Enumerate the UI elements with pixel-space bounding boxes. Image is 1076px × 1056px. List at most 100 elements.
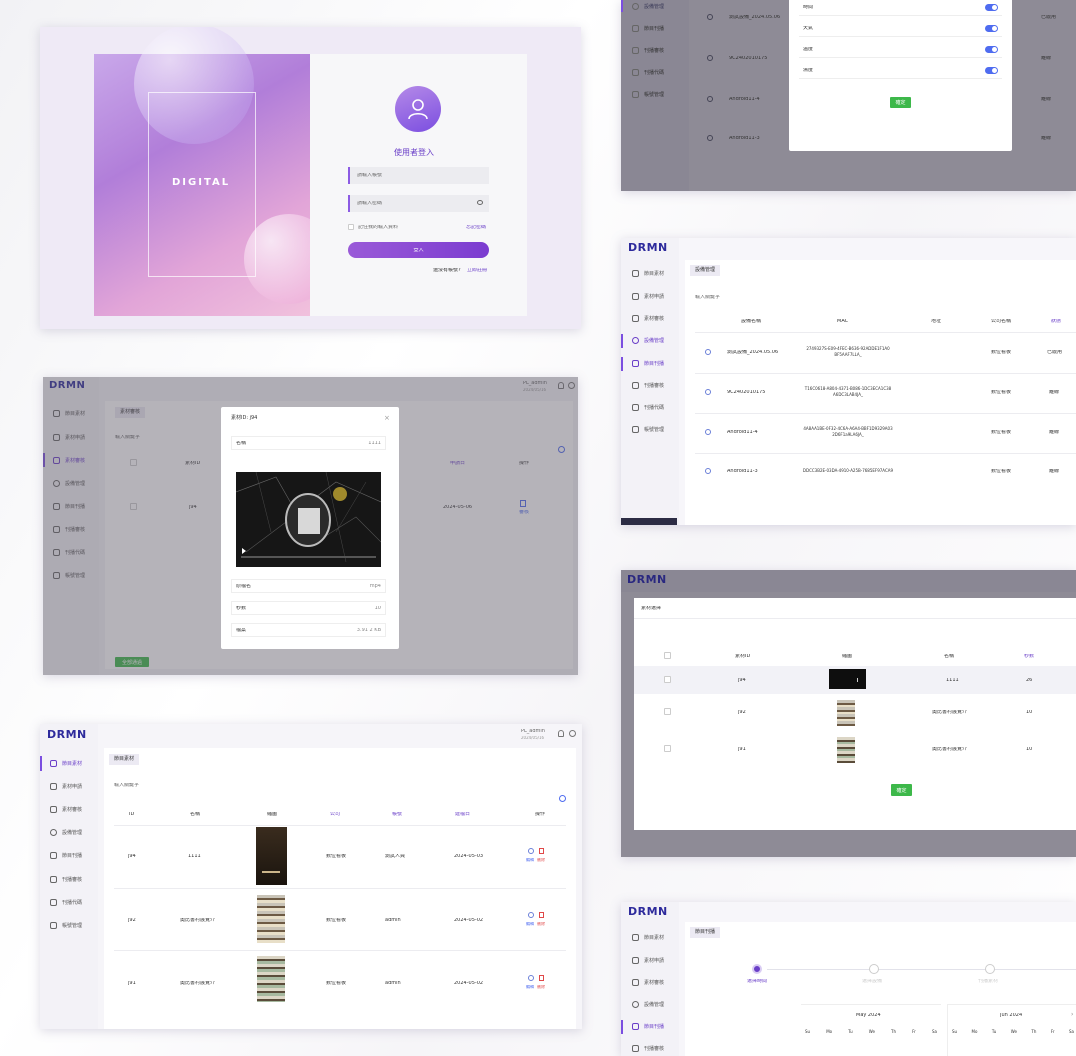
sidebar-item-broadcast[interactable]: 節目刊播 [632,1023,664,1030]
login-button[interactable]: 登入 [348,242,489,258]
cell-account: admin [385,918,401,923]
edit-icon[interactable] [528,848,534,854]
user-avatar-icon [395,86,441,132]
material-detail-dialog: 素材ID: j94 × 名稱 1111 原檔名 mp4 秒數 10 檔案 3.9… [221,407,399,649]
sidebar-item-device[interactable]: 設備管理 [50,829,82,836]
sidebar-item-code[interactable]: 刊播代碼 [50,899,82,906]
weather-toggle[interactable] [985,25,998,32]
row-checkbox[interactable] [664,676,671,683]
tab-schedule[interactable]: 節目刊播 [690,927,721,938]
cell-id: j91 [128,981,136,986]
column-account[interactable]: 帳號 [392,812,402,817]
sidebar-item-broadcast-review[interactable]: 刊播審核 [50,876,82,883]
sidebar-item-program[interactable]: 節目素材 [50,760,82,767]
active-indicator [621,357,623,371]
password-input[interactable]: 請輸入密碼 [348,195,489,212]
sidebar-item-broadcast[interactable]: 節目刊播 [632,25,664,32]
cell-date: 2024-05-02 [454,918,484,923]
device-name: 測試設備_2024.05.06 [727,350,779,355]
step-3-label: 刊播素材 [978,979,999,984]
tab-program[interactable]: 節目素材 [109,754,140,765]
location-icon [632,1001,639,1008]
sidebar-item-code[interactable]: 刊播代碼 [632,69,664,76]
tab-device[interactable]: 設備管理 [690,265,721,276]
delete-icon[interactable] [539,975,544,981]
column-seconds[interactable]: 秒數 [1024,654,1034,659]
humidity-toggle[interactable] [985,67,998,74]
sidebar-item-apply[interactable]: 素材申請 [632,957,664,964]
delete-label[interactable]: 刪除 [537,922,545,926]
remember-checkbox[interactable] [348,224,354,230]
close-icon[interactable]: × [384,414,390,422]
edit-icon[interactable] [528,912,534,918]
register-link[interactable]: 立即註冊 [467,268,487,273]
temperature-toggle[interactable] [985,46,998,53]
row-icon [707,14,713,20]
sidebar-item-apply[interactable]: 素材申請 [632,293,664,300]
row-icon[interactable] [705,429,711,435]
time-toggle[interactable] [985,4,998,11]
forgot-password-link[interactable]: 忘記密碼 [466,225,486,230]
device-status: 離線 [1041,56,1052,61]
sidebar-item-broadcast-review[interactable]: 刊播審核 [632,47,664,54]
next-month-icon[interactable]: › [1071,1011,1073,1018]
active-indicator [621,1020,623,1034]
column-thumbnail: 縮圖 [842,654,853,659]
sidebar-item-broadcast[interactable]: 節目刊播 [50,852,82,859]
delete-label[interactable]: 刪除 [537,858,545,862]
row-icon[interactable] [705,468,711,474]
weekday: Th [1031,1029,1037,1034]
sidebar-item-program[interactable]: 節目素材 [632,270,664,277]
step-2-label: 選擇設備 [862,979,883,984]
search-input[interactable]: 輸入關鍵字 [695,295,720,300]
edit-label[interactable]: 編輯 [526,985,534,989]
settings-icon[interactable] [559,795,566,802]
power-icon[interactable] [569,730,576,737]
column-status[interactable]: 狀態 [1051,319,1061,324]
column-company[interactable]: 公司 [330,812,340,817]
sidebar-item-account[interactable]: 帳號管理 [632,91,664,98]
row-icon[interactable] [705,349,711,355]
select-all-checkbox[interactable] [664,652,671,659]
sidebar-item-review[interactable]: 素材審核 [632,315,664,322]
column-name: 名稱 [190,812,201,817]
eye-icon[interactable] [477,200,483,205]
name-field-value: 1111 [368,441,381,446]
row-icon[interactable] [705,389,711,395]
play-icon[interactable] [242,548,246,554]
sidebar-item-apply[interactable]: 素材申請 [50,783,82,790]
sidebar-item-label: 素材審核 [62,807,83,813]
cover-title: DIGITAL [172,177,231,188]
video-progress-bar[interactable] [241,556,376,558]
sidebar-item-device[interactable]: 設備管理 [632,337,664,344]
search-input[interactable]: 輸入關鍵字 [114,783,139,788]
account-input[interactable]: 請輸入帳號 [348,167,489,184]
column-date[interactable]: 建檔日 [455,812,470,817]
edit-label[interactable]: 編輯 [526,858,534,862]
sidebar-item-label: 素材審核 [644,980,665,986]
login-title: 使用者登入 [394,148,434,157]
delete-icon[interactable] [539,848,544,854]
video-icon [632,1023,639,1030]
delete-icon[interactable] [539,912,544,918]
edit-icon[interactable] [528,975,534,981]
confirm-button[interactable]: 確定 [890,97,911,108]
sidebar-item-broadcast-review[interactable]: 刊播審核 [632,382,664,389]
sidebar-item-code[interactable]: 刊播代碼 [632,404,664,411]
sidebar-item-device[interactable]: 設備管理 [632,3,664,10]
sidebar-item-device[interactable]: 設備管理 [632,1001,664,1008]
row-checkbox[interactable] [664,708,671,715]
sidebar-item-account[interactable]: 帳號管理 [632,426,664,433]
user-icon[interactable] [558,730,564,737]
confirm-button[interactable]: 確定 [891,784,912,796]
row-checkbox[interactable] [664,745,671,752]
sidebar-item-broadcast[interactable]: 節目刊播 [632,360,664,367]
sidebar-item-program[interactable]: 節目素材 [632,934,664,941]
edit-label[interactable]: 編輯 [526,922,534,926]
sidebar-item-account[interactable]: 帳號管理 [50,922,82,929]
sidebar-item-review[interactable]: 素材審核 [50,806,82,813]
sidebar-item-broadcast-review[interactable]: 刊播審核 [632,1045,664,1052]
video-player[interactable] [236,472,381,567]
delete-label[interactable]: 刪除 [537,985,545,989]
sidebar-item-review[interactable]: 素材審核 [632,979,664,986]
